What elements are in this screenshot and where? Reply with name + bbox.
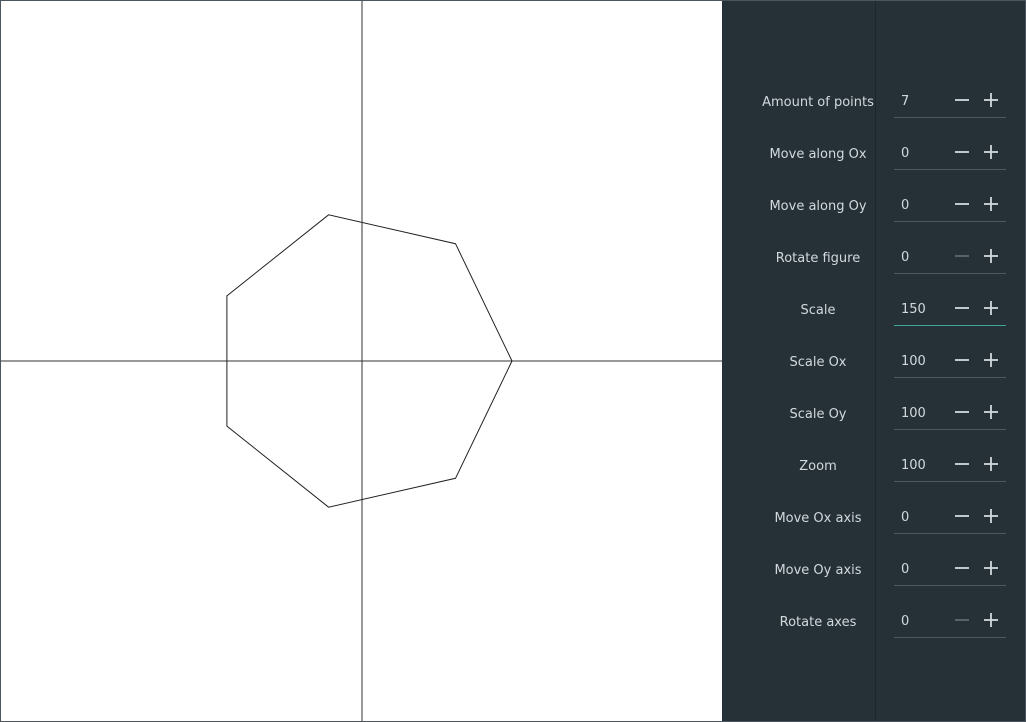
scale-ox-increment-button[interactable] bbox=[980, 348, 1002, 372]
plus-icon bbox=[984, 561, 998, 575]
minus-icon bbox=[955, 255, 969, 257]
rotate-figure-decrement-button bbox=[951, 244, 973, 268]
plus-icon bbox=[984, 509, 998, 523]
control-row-move-along-oy: Move along Oy 0 bbox=[722, 187, 1025, 239]
rotate-figure-label: Rotate figure bbox=[775, 251, 861, 266]
control-row-zoom: Zoom 100 bbox=[722, 447, 1025, 499]
move-along-oy-decrement-button[interactable] bbox=[951, 192, 973, 216]
scale-oy-label: Scale Oy bbox=[789, 407, 847, 422]
move-oy-axis-label: Move Oy axis bbox=[774, 563, 862, 578]
zoom-label: Zoom bbox=[799, 459, 837, 474]
zoom-decrement-button[interactable] bbox=[951, 452, 973, 476]
move-along-oy-label: Move along Oy bbox=[769, 199, 867, 214]
minus-icon bbox=[955, 567, 969, 569]
amount-of-points-value[interactable]: 7 bbox=[901, 94, 909, 109]
move-along-oy-increment-button[interactable] bbox=[980, 192, 1002, 216]
minus-icon bbox=[955, 411, 969, 413]
move-along-ox-increment-button[interactable] bbox=[980, 140, 1002, 164]
rotate-axes-decrement-button bbox=[951, 608, 973, 632]
amount-of-points-increment-button[interactable] bbox=[980, 88, 1002, 112]
minus-icon bbox=[955, 307, 969, 309]
minus-icon bbox=[955, 463, 969, 465]
move-along-oy-value[interactable]: 0 bbox=[901, 198, 909, 213]
plus-icon bbox=[984, 249, 998, 263]
control-row-scale-oy: Scale Oy 100 bbox=[722, 395, 1025, 447]
scale-decrement-button[interactable] bbox=[951, 296, 973, 320]
scale-oy-value[interactable]: 100 bbox=[901, 406, 926, 421]
drawing-canvas[interactable] bbox=[1, 1, 722, 721]
control-row-scale-ox: Scale Ox 100 bbox=[722, 343, 1025, 395]
move-oy-axis-value[interactable]: 0 bbox=[901, 562, 909, 577]
zoom-increment-button[interactable] bbox=[980, 452, 1002, 476]
minus-icon bbox=[955, 619, 969, 621]
rotate-figure-value[interactable]: 0 bbox=[901, 250, 909, 265]
scale-label: Scale bbox=[800, 303, 836, 318]
scale-value[interactable]: 150 bbox=[901, 302, 926, 317]
move-along-ox-decrement-button[interactable] bbox=[951, 140, 973, 164]
scale-ox-decrement-button[interactable] bbox=[951, 348, 973, 372]
move-ox-axis-value[interactable]: 0 bbox=[901, 510, 909, 525]
plus-icon bbox=[984, 197, 998, 211]
rotate-axes-value[interactable]: 0 bbox=[901, 614, 909, 629]
move-ox-axis-increment-button[interactable] bbox=[980, 504, 1002, 528]
move-ox-axis-decrement-button[interactable] bbox=[951, 504, 973, 528]
plus-icon bbox=[984, 457, 998, 471]
move-along-ox-value[interactable]: 0 bbox=[901, 146, 909, 161]
control-row-move-ox-axis: Move Ox axis 0 bbox=[722, 499, 1025, 551]
minus-icon bbox=[955, 359, 969, 361]
plot-area bbox=[1, 1, 722, 721]
plus-icon bbox=[984, 405, 998, 419]
plus-icon bbox=[984, 613, 998, 627]
move-along-ox-label: Move along Ox bbox=[769, 147, 867, 162]
move-ox-axis-label: Move Ox axis bbox=[774, 511, 862, 526]
scale-oy-increment-button[interactable] bbox=[980, 400, 1002, 424]
amount-of-points-decrement-button[interactable] bbox=[951, 88, 973, 112]
minus-icon bbox=[955, 151, 969, 153]
move-oy-axis-increment-button[interactable] bbox=[980, 556, 1002, 580]
amount-of-points-label: Amount of points bbox=[762, 95, 874, 110]
rotate-axes-increment-button[interactable] bbox=[980, 608, 1002, 632]
plus-icon bbox=[984, 353, 998, 367]
zoom-value[interactable]: 100 bbox=[901, 458, 926, 473]
plus-icon bbox=[984, 145, 998, 159]
plus-icon bbox=[984, 93, 998, 107]
app-window: Amount of points 7 Move along Ox 0 Move alon… bbox=[0, 0, 1026, 722]
minus-icon bbox=[955, 515, 969, 517]
minus-icon bbox=[955, 203, 969, 205]
control-row-amount-of-points: Amount of points 7 bbox=[722, 83, 1025, 135]
control-row-move-along-ox: Move along Ox 0 bbox=[722, 135, 1025, 187]
control-row-move-oy-axis: Move Oy axis 0 bbox=[722, 551, 1025, 603]
scale-ox-value[interactable]: 100 bbox=[901, 354, 926, 369]
control-panel: Amount of points 7 Move along Ox 0 Move alon… bbox=[722, 1, 1025, 721]
control-row-scale: Scale 150 bbox=[722, 291, 1025, 343]
minus-icon bbox=[955, 99, 969, 101]
control-row-rotate-figure: Rotate figure 0 bbox=[722, 239, 1025, 291]
rotate-figure-increment-button[interactable] bbox=[980, 244, 1002, 268]
rotate-axes-label: Rotate axes bbox=[779, 615, 857, 630]
scale-oy-decrement-button[interactable] bbox=[951, 400, 973, 424]
plus-icon bbox=[984, 301, 998, 315]
move-oy-axis-decrement-button[interactable] bbox=[951, 556, 973, 580]
scale-ox-label: Scale Ox bbox=[789, 355, 847, 370]
scale-increment-button[interactable] bbox=[980, 296, 1002, 320]
control-row-rotate-axes: Rotate axes 0 bbox=[722, 603, 1025, 655]
